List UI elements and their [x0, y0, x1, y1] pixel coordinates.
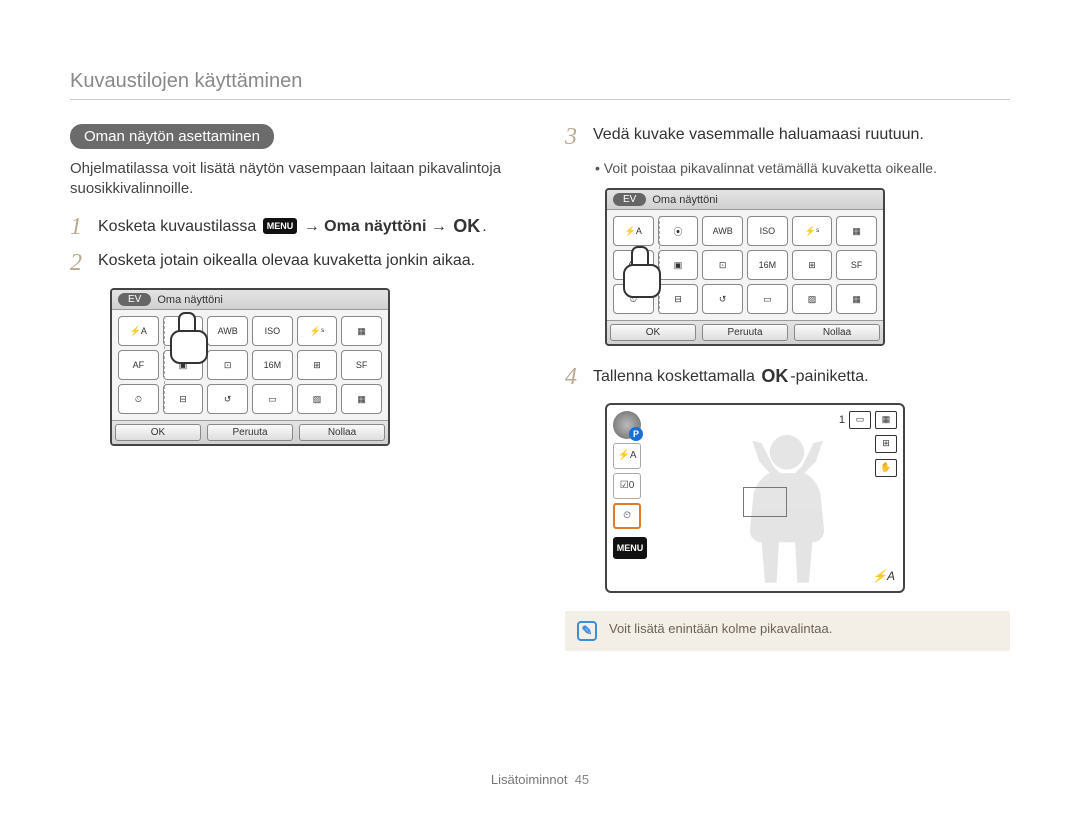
step-number: 3	[565, 124, 583, 150]
grid-icon[interactable]: ⚡ˢ	[792, 216, 833, 246]
grid-icon[interactable]: ⊡	[702, 250, 743, 280]
menu-button[interactable]: MENU	[613, 537, 647, 559]
grid-icon[interactable]: ⊡	[207, 350, 248, 380]
screenshot-live-view: P ⚡A ☑0 ⏲ MENU 1 ▭ ▦ ⊞ ✋ ⚡A	[605, 403, 905, 593]
grid-icon[interactable]: ⊟	[163, 384, 204, 414]
note-text: Voit lisätä enintään kolme pikavalintaa.	[609, 621, 832, 636]
battery-icon: ▦	[875, 411, 897, 429]
icon-grid: ⚡A ⦿ AWB ISO ⚡ˢ ▦ AF ▣ ⊡ 16M ⊞ SF ⏲ ⊟ ↺ …	[112, 310, 388, 420]
menu-icon: MENU	[263, 218, 298, 234]
grid-icon[interactable]: ⚡ˢ	[297, 316, 338, 346]
step-4: 4 Tallenna koskettamalla OK-painiketta.	[565, 364, 1010, 390]
section-heading: Oman näytön asettaminen	[70, 124, 274, 149]
ok-icon: OK	[453, 214, 480, 239]
cancel-button[interactable]: Peruuta	[207, 424, 293, 441]
reset-button[interactable]: Nollaa	[299, 424, 385, 441]
grid-icon[interactable]: ⦿	[658, 216, 699, 246]
grid-icon[interactable]: ⊞	[792, 250, 833, 280]
breadcrumb: Kuvaustilojen käyttäminen	[70, 70, 1010, 100]
grid-icon[interactable]: ▣	[658, 250, 699, 280]
grid-icon[interactable]: ⦿	[163, 316, 204, 346]
step-1-pre: Kosketa kuvaustilassa	[98, 217, 261, 234]
grid-icon[interactable]: ⏲	[118, 384, 159, 414]
grid-icon[interactable]: ▨	[297, 384, 338, 414]
grid-icon[interactable]: ⊟	[658, 284, 699, 314]
step-4-pre: Tallenna koskettamalla	[593, 368, 759, 385]
step-4-text: Tallenna koskettamalla OK-painiketta.	[593, 364, 869, 389]
grid-icon[interactable]: SF	[341, 350, 382, 380]
note-icon: ✎	[577, 621, 597, 641]
reset-button[interactable]: Nollaa	[794, 324, 880, 341]
mode-dial-icon[interactable]: P	[613, 411, 641, 439]
ok-button[interactable]: OK	[115, 424, 201, 441]
grid-icon[interactable]: ▦	[341, 316, 382, 346]
flash-indicator: ⚡A	[872, 569, 895, 583]
grid-icon[interactable]: ▦	[836, 216, 877, 246]
step-number: 1	[70, 214, 88, 240]
grid-icon[interactable]: ▭	[252, 384, 293, 414]
grid-icon[interactable]: ▣	[163, 350, 204, 380]
step-1-text: Kosketa kuvaustilassa MENU → Oma näyttön…	[98, 214, 487, 239]
grid-icon[interactable]: ▨	[792, 284, 833, 314]
step-2-text: Kosketa jotain oikealla olevaa kuvaketta…	[98, 250, 475, 272]
grid-icon[interactable]: ↺	[207, 384, 248, 414]
focus-frame	[743, 487, 787, 517]
grid-icon[interactable]: AF	[118, 350, 159, 380]
memory-icon: ▭	[849, 411, 871, 429]
shortcut-slot[interactable]: ⚡A	[613, 443, 641, 469]
ok-icon: OK	[761, 364, 788, 389]
intro-text: Ohjelmatilassa voit lisätä näytön vasemp…	[70, 159, 515, 200]
footer-label: Lisätoiminnot	[491, 772, 568, 787]
step-3-sub: Voit poistaa pikavalinnat vetämällä kuva…	[595, 160, 1010, 176]
step-3-text: Vedä kuvake vasemmalle haluamaasi ruutuu…	[593, 124, 924, 146]
page-footer: Lisätoiminnot 45	[0, 772, 1080, 787]
shortcut-slot[interactable]: ☑0	[613, 473, 641, 499]
page-number: 45	[575, 772, 589, 787]
ois-icon: ✋	[875, 459, 897, 477]
ev-badge: EV	[118, 293, 151, 306]
grid-icon[interactable]: ▦	[836, 284, 877, 314]
grid-icon[interactable]: ⏲	[613, 284, 654, 314]
mode-p-badge: P	[629, 427, 643, 441]
grid-icon[interactable]: ⚡A	[118, 316, 159, 346]
grid-icon[interactable]: ISO	[747, 216, 788, 246]
screen-title: Oma näyttöni	[652, 190, 883, 209]
grid-icon[interactable]: 16M	[747, 250, 788, 280]
icon-grid: ⚡A ⦿ AWB ISO ⚡ˢ ▦ AF ▣ ⊡ 16M ⊞ SF ⏲ ⊟ ↺ …	[607, 210, 883, 320]
arrow-icon: →	[304, 217, 320, 234]
step-number: 2	[70, 250, 88, 276]
grid-icon[interactable]: 16M	[252, 350, 293, 380]
right-column: 3 Vedä kuvake vasemmalle haluamaasi ruut…	[565, 124, 1010, 651]
status-icon: ⊞	[875, 435, 897, 453]
step-3: 3 Vedä kuvake vasemmalle haluamaasi ruut…	[565, 124, 1010, 150]
left-column: Oman näytön asettaminen Ohjelmatilassa v…	[70, 124, 515, 651]
grid-icon[interactable]: ▭	[747, 284, 788, 314]
grid-icon[interactable]: ISO	[252, 316, 293, 346]
arrow-icon: →	[431, 217, 447, 234]
grid-icon[interactable]: ⊞	[297, 350, 338, 380]
grid-icon[interactable]: AWB	[702, 216, 743, 246]
note-box: ✎ Voit lisätä enintään kolme pikavalinta…	[565, 611, 1010, 651]
grid-icon[interactable]: ⚡A	[613, 216, 654, 246]
step-number: 4	[565, 364, 583, 390]
step-1-bold: Oma näyttöni	[324, 217, 426, 234]
shots-remaining: 1	[839, 414, 845, 426]
grid-icon[interactable]: AWB	[207, 316, 248, 346]
step-2: 2 Kosketa jotain oikealla olevaa kuvaket…	[70, 250, 515, 276]
grid-icon[interactable]: SF	[836, 250, 877, 280]
step-4-post: -painiketta.	[790, 368, 868, 385]
grid-icon[interactable]: ↺	[702, 284, 743, 314]
grid-icon[interactable]: AF	[613, 250, 654, 280]
screenshot-drag: EV Oma näyttöni ⚡A ⦿ AWB ISO ⚡ˢ ▦ AF ▣ ⊡…	[605, 188, 885, 346]
ev-badge: EV	[613, 193, 646, 206]
ok-button[interactable]: OK	[610, 324, 696, 341]
step-1: 1 Kosketa kuvaustilassa MENU → Oma näytt…	[70, 214, 515, 240]
screen-title: Oma näyttöni	[157, 290, 388, 309]
cancel-button[interactable]: Peruuta	[702, 324, 788, 341]
grid-icon[interactable]: ▦	[341, 384, 382, 414]
step-1-post: .	[482, 217, 486, 234]
screenshot-long-press: EV Oma näyttöni ⚡A ⦿ AWB ISO ⚡ˢ ▦ AF ▣ ⊡…	[110, 288, 390, 446]
shortcut-slot-selected[interactable]: ⏲	[613, 503, 641, 529]
